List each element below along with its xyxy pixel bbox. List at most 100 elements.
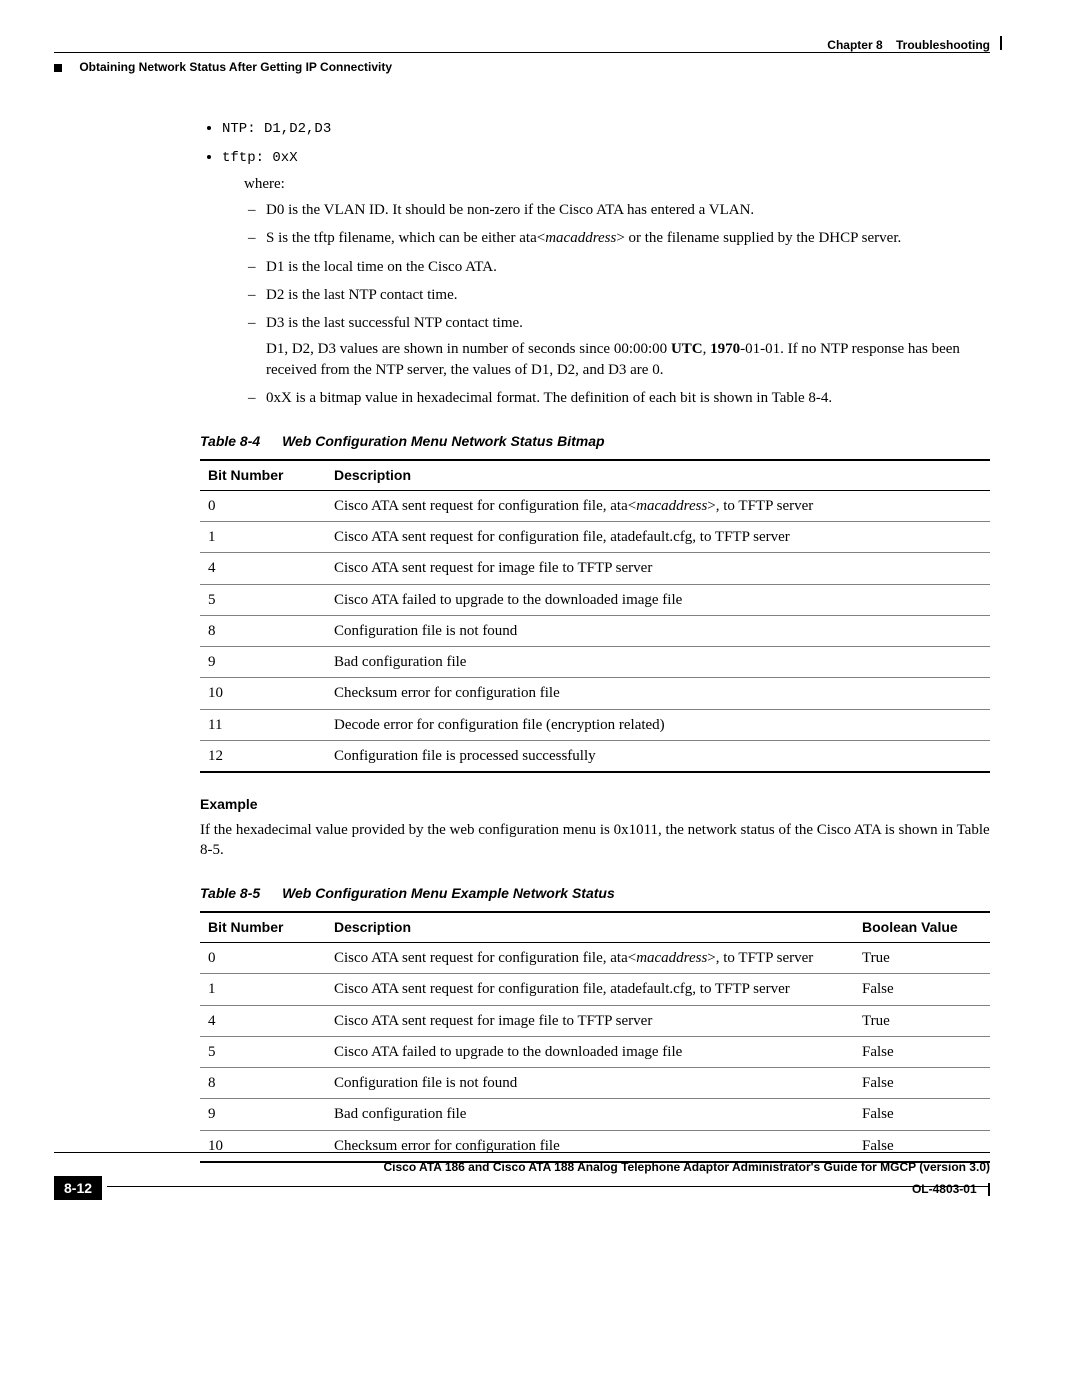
list-item: NTP: D1,D2,D3 [222,118,990,139]
list-item: tftp: 0xX where: D0 is the VLAN ID. It s… [222,147,990,408]
cell: Cisco ATA sent request for configuration… [326,974,854,1005]
square-bullet-icon [54,64,62,72]
table-row: 10Checksum error for configuration file [200,678,990,709]
col-header: Description [326,912,854,942]
table-row: 9Bad configuration fileFalse [200,1099,990,1130]
cell: 8 [200,615,326,646]
table-caption: Table 8-5 Web Configuration Menu Example… [200,884,990,903]
table-number: Table 8-4 [200,433,260,449]
note-text: D1, D2, D3 values are shown in number of… [266,339,990,380]
table-row: 1Cisco ATA sent request for configuratio… [200,974,990,1005]
cell: 1 [200,974,326,1005]
list-item: D1 is the local time on the Cisco ATA. [266,257,990,277]
cell: 5 [200,584,326,615]
footer-line [107,1186,990,1187]
table-row: 12Configuration file is processed succes… [200,740,990,772]
table-row: 4Cisco ATA sent request for image file t… [200,1005,990,1036]
cell: Cisco ATA failed to upgrade to the downl… [326,584,990,615]
table-8-4: Bit Number Description 0Cisco ATA sent r… [200,459,990,773]
cell: 4 [200,1005,326,1036]
table-title: Web Configuration Menu Example Network S… [282,885,615,901]
chapter-title: Troubleshooting [896,38,990,52]
running-header: Chapter 8 Troubleshooting [54,38,990,52]
cell: True [854,943,990,974]
footer-doc-id: OL-4803-01 [912,1182,990,1196]
header-bar-icon [1000,36,1002,50]
col-header: Bit Number [200,912,326,942]
list-item: D2 is the last NTP contact time. [266,285,990,305]
cell: 5 [200,1036,326,1067]
table-caption: Table 8-4 Web Configuration Menu Network… [200,432,990,451]
cell: Bad configuration file [326,1099,854,1130]
cell: False [854,974,990,1005]
table-row: 1Cisco ATA sent request for configuratio… [200,522,990,553]
footer-book-title: Cisco ATA 186 and Cisco ATA 188 Analog T… [54,1160,990,1174]
cell: Cisco ATA failed to upgrade to the downl… [326,1036,854,1067]
cell: Checksum error for configuration file [326,678,990,709]
cell: False [854,1130,990,1162]
list-item: D0 is the VLAN ID. It should be non-zero… [266,200,990,220]
chapter-label: Chapter 8 [827,38,882,52]
table-row: 8Configuration file is not foundFalse [200,1068,990,1099]
table-row: 11Decode error for configuration file (e… [200,709,990,740]
footer-rule [54,1152,990,1153]
example-body: If the hexadecimal value provided by the… [200,820,990,861]
cell: True [854,1005,990,1036]
cell: Cisco ATA sent request for configuration… [326,522,990,553]
table-row: 8Configuration file is not found [200,615,990,646]
section-title: Obtaining Network Status After Getting I… [79,60,392,74]
sub-text: D3 is the last successful NTP contact ti… [266,315,523,331]
cell: Configuration file is not found [326,615,990,646]
table-row: 0Cisco ATA sent request for configuratio… [200,943,990,974]
table-row: 0Cisco ATA sent request for configuratio… [200,490,990,521]
vertical-bar-icon [988,1183,990,1196]
cell: Cisco ATA sent request for configuration… [326,490,990,521]
cell: Configuration file is not found [326,1068,854,1099]
cell: Checksum error for configuration file [326,1130,854,1162]
table-row: 4Cisco ATA sent request for image file t… [200,553,990,584]
cell: 10 [200,678,326,709]
table-number: Table 8-5 [200,885,260,901]
doc-id-text: OL-4803-01 [912,1182,977,1196]
cell: False [854,1036,990,1067]
cell: False [854,1099,990,1130]
cell: Configuration file is processed successf… [326,740,990,772]
table-8-5: Bit Number Description Boolean Value 0Ci… [200,911,990,1163]
list-item: D3 is the last successful NTP contact ti… [266,313,990,380]
cell: Cisco ATA sent request for image file to… [326,553,990,584]
table-header-row: Bit Number Description [200,460,990,490]
where-label: where: [244,174,990,194]
cell: 8 [200,1068,326,1099]
col-header: Description [326,460,990,490]
table-row: 9Bad configuration file [200,647,990,678]
list-item: S is the tftp filename, which can be eit… [266,228,990,248]
code-text: tftp: 0xX [222,150,298,166]
cell: 0 [200,490,326,521]
cell: 9 [200,1099,326,1130]
cell: Cisco ATA sent request for image file to… [326,1005,854,1036]
section-header: Obtaining Network Status After Getting I… [54,60,392,74]
cell: 12 [200,740,326,772]
sub-list: D0 is the VLAN ID. It should be non-zero… [222,200,990,408]
cell: False [854,1068,990,1099]
table-header-row: Bit Number Description Boolean Value [200,912,990,942]
table-row: 5Cisco ATA failed to upgrade to the down… [200,584,990,615]
cell: 11 [200,709,326,740]
table-row: 10Checksum error for configuration fileF… [200,1130,990,1162]
code-text: NTP: D1,D2,D3 [222,121,331,137]
page-number: 8-12 [54,1176,102,1200]
cell: 4 [200,553,326,584]
table-title: Web Configuration Menu Network Status Bi… [282,433,605,449]
example-heading: Example [200,795,990,814]
col-header: Bit Number [200,460,326,490]
cell: Cisco ATA sent request for configuration… [326,943,854,974]
cell: 9 [200,647,326,678]
body-content: NTP: D1,D2,D3 tftp: 0xX where: D0 is the… [200,118,990,1163]
cell: Decode error for configuration file (enc… [326,709,990,740]
col-header: Boolean Value [854,912,990,942]
cell: Bad configuration file [326,647,990,678]
cell: 1 [200,522,326,553]
cell: 0 [200,943,326,974]
footer-page-wrap: 8-12 [54,1176,102,1200]
header-rule [54,52,990,53]
